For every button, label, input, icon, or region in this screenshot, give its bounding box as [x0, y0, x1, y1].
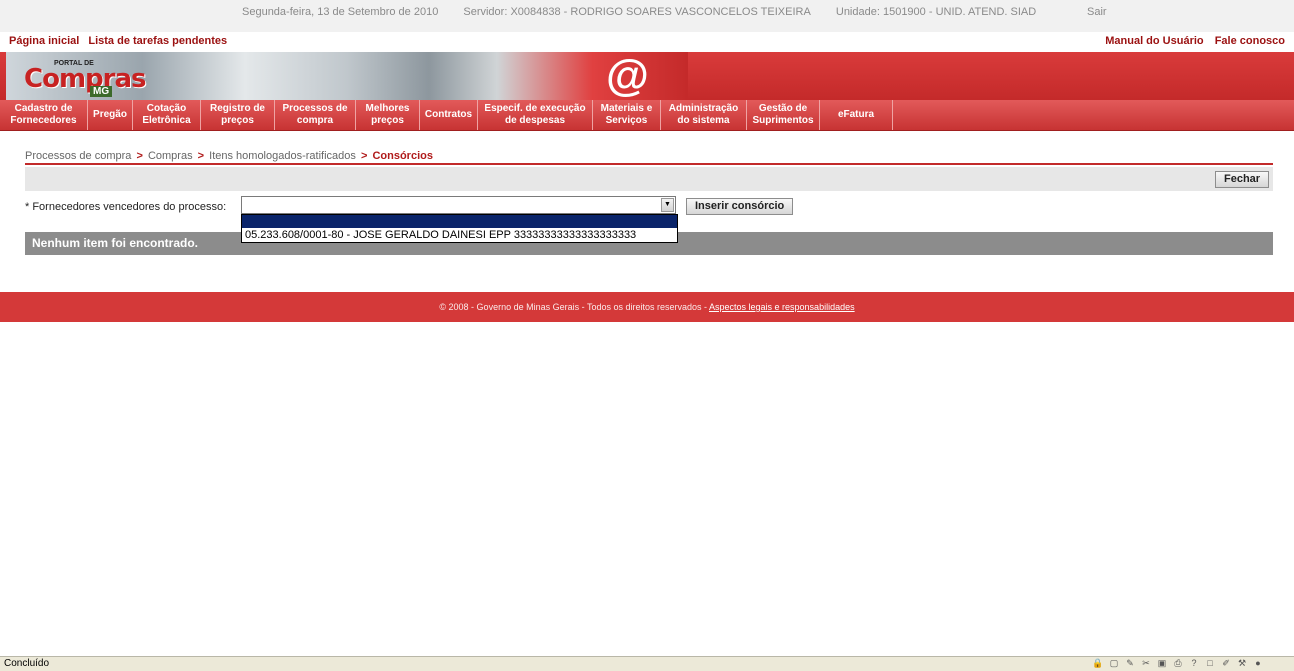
- status-text: Concluído: [4, 658, 50, 669]
- empty-message: Nenhum item foi encontrado.: [32, 236, 199, 250]
- logo-region: MG: [90, 86, 113, 97]
- action-toolbar: Fechar: [25, 167, 1273, 191]
- server-info: Servidor: X0084838 - RODRIGO SOARES VASC…: [463, 6, 811, 18]
- menu-item-gestao-suprimentos[interactable]: Gestão de Suprimentos: [747, 100, 820, 130]
- top-links-right: Manual do Usuário Fale conosco: [1097, 35, 1285, 47]
- menu-item-melhores-precos[interactable]: Melhores preços: [356, 100, 420, 130]
- menu-item-especif-execucao[interactable]: Especif. de execução de despesas: [478, 100, 593, 130]
- pending-tasks-link[interactable]: Lista de tarefas pendentes: [88, 35, 227, 47]
- menu-item-registro-precos[interactable]: Registro de preços: [201, 100, 275, 130]
- help-icon[interactable]: ?: [1188, 658, 1200, 669]
- suppliers-select[interactable]: ▼: [241, 196, 676, 214]
- menu-item-cotacao-eletronica[interactable]: Cotação Eletrônica: [133, 100, 201, 130]
- dropdown-option-supplier[interactable]: 05.233.608/0001-80 - JOSE GERALDO DAINES…: [242, 228, 677, 242]
- breadcrumb-separator: >: [197, 150, 205, 162]
- breadcrumb: Processos de compra > Compras > Itens ho…: [25, 150, 433, 162]
- home-link[interactable]: Página inicial: [9, 35, 79, 47]
- save-icon[interactable]: ▣: [1156, 658, 1168, 669]
- status-icons: 🔒 ▢ ✎ ✂ ▣ ⎙ ? □ ✐ ⚒ ●: [1092, 658, 1264, 670]
- suppliers-label: * Fornecedores vencedores do processo:: [25, 201, 227, 213]
- info-icon[interactable]: ●: [1252, 658, 1264, 669]
- divider: [25, 163, 1273, 165]
- top-links-left: Página inicial Lista de tarefas pendente…: [9, 35, 233, 47]
- page-footer: © 2008 - Governo de Minas Gerais - Todos…: [0, 292, 1294, 322]
- close-button[interactable]: Fechar: [1215, 171, 1270, 188]
- portal-logo[interactable]: PORTAL DE Compras MG: [20, 58, 146, 97]
- logo-name: Compras: [24, 64, 146, 94]
- footer-text: © 2008 - Governo de Minas Gerais - Todos…: [439, 302, 709, 312]
- insert-consortium-button[interactable]: Inserir consórcio: [686, 198, 794, 215]
- breadcrumb-itens-homologados[interactable]: Itens homologados-ratificados: [209, 150, 356, 162]
- print-icon[interactable]: ⎙: [1172, 658, 1184, 669]
- breadcrumb-processos-compra[interactable]: Processos de compra: [25, 150, 131, 162]
- window-icon[interactable]: □: [1204, 658, 1216, 669]
- user-manual-link[interactable]: Manual do Usuário: [1105, 35, 1203, 47]
- chevron-down-icon[interactable]: ▼: [661, 198, 674, 212]
- menu-item-materiais-servicos[interactable]: Materiais e Serviços: [593, 100, 661, 130]
- breadcrumb-separator: >: [136, 150, 143, 162]
- menu-item-administracao[interactable]: Administração do sistema: [661, 100, 747, 130]
- contact-link[interactable]: Fale conosco: [1215, 35, 1285, 47]
- breadcrumb-current: Consórcios: [372, 150, 433, 162]
- unit-info: Unidade: 1501900 - UNID. ATEND. SIAD: [835, 6, 1037, 18]
- top-info-bar: Segunda-feira, 13 de Setembro de 2010 Se…: [0, 0, 1294, 32]
- at-sign-icon: @: [606, 51, 649, 100]
- menu-item-contratos[interactable]: Contratos: [420, 100, 478, 130]
- banner-image: PORTAL DE Compras MG @: [6, 52, 688, 100]
- banner: PORTAL DE Compras MG @: [0, 52, 1294, 100]
- session-info: Segunda-feira, 13 de Setembro de 2010 Se…: [242, 6, 1058, 18]
- edit-icon[interactable]: ✐: [1220, 658, 1232, 669]
- main-menu: Cadastro de Fornecedores Pregão Cotação El…: [0, 100, 1294, 131]
- menu-item-processos-compra[interactable]: Processos de compra: [275, 100, 356, 130]
- legal-link[interactable]: Aspectos legais e responsabilidades: [709, 302, 855, 312]
- menu-item-efatura[interactable]: eFatura: [820, 100, 893, 130]
- logout-link[interactable]: Sair: [1087, 6, 1107, 18]
- page-icon: ▢: [1109, 658, 1119, 668]
- dropdown-option-empty[interactable]: [242, 215, 677, 228]
- tools-icon[interactable]: ✂: [1140, 658, 1152, 669]
- pencil-icon[interactable]: ✎: [1124, 658, 1136, 669]
- browser-status-bar: Concluído 🔒 ▢ ✎ ✂ ▣ ⎙ ? □ ✐ ⚒ ●: [0, 656, 1294, 671]
- menu-item-cadastro-fornecedores[interactable]: Cadastro de Fornecedores: [0, 100, 88, 130]
- menu-item-pregao[interactable]: Pregão: [88, 100, 133, 130]
- lock-icon: 🔒: [1092, 658, 1104, 668]
- breadcrumb-separator: >: [360, 150, 368, 162]
- breadcrumb-compras[interactable]: Compras: [148, 150, 193, 162]
- suppliers-dropdown-list: 05.233.608/0001-80 - JOSE GERALDO DAINES…: [241, 214, 678, 243]
- settings-icon[interactable]: ⚒: [1236, 658, 1248, 669]
- current-date: Segunda-feira, 13 de Setembro de 2010: [242, 6, 439, 18]
